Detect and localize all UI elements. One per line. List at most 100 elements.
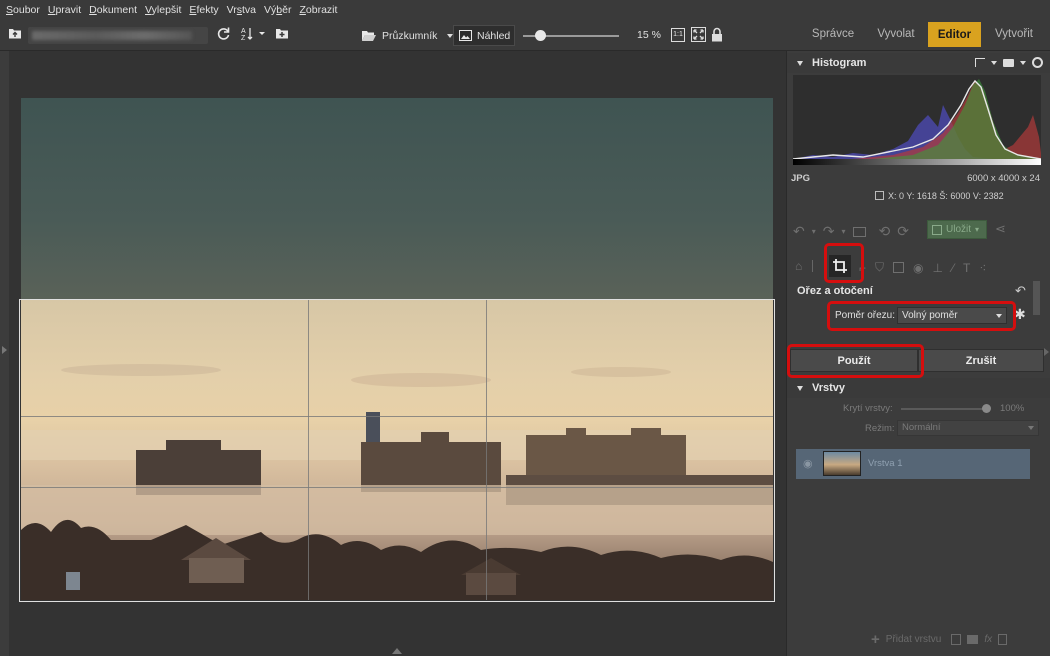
crop-grid-line (486, 300, 487, 600)
tab-develop[interactable]: Vyvolat (866, 20, 926, 48)
blend-mode-value: Normální (902, 422, 941, 433)
menu-item-2[interactable]: Dokument (89, 4, 137, 16)
refresh-icon[interactable] (214, 26, 232, 44)
cancel-button[interactable]: Zrušit (918, 349, 1044, 372)
left-panel-collapse[interactable] (0, 51, 9, 656)
crop-grid-line (21, 416, 773, 417)
fit-screen-icon[interactable] (690, 27, 706, 43)
preview-label: Náhled (477, 29, 511, 42)
crop-grid-line (21, 487, 773, 488)
highlight-ring (827, 301, 1016, 331)
save-icon (932, 224, 942, 235)
menu-item-0[interactable]: Soubor (6, 4, 40, 16)
add-icon[interactable]: + (871, 631, 880, 648)
coords-checkbox[interactable] (875, 191, 884, 200)
mask-icon[interactable] (967, 635, 979, 644)
histogram-title: Histogram (812, 57, 867, 69)
share-icon[interactable]: ⋖ (995, 221, 1006, 237)
menu-item-7[interactable]: Zobrazit (299, 4, 337, 16)
chevron-down-icon[interactable]: ▾ (841, 227, 845, 236)
fx-icon[interactable]: fx (984, 634, 992, 645)
right-panel-collapse[interactable] (1044, 348, 1049, 356)
redo-icon[interactable]: ↷ (823, 223, 835, 240)
histogram-graph (792, 75, 1042, 165)
layers-header[interactable]: Vrstvy (787, 378, 1050, 398)
layers-title: Vrstvy (812, 382, 846, 394)
photo-cropped-out-area[interactable] (21, 98, 773, 300)
crop-section-title: Ořez a otočení (797, 285, 873, 297)
undo-icon[interactable]: ↶ (793, 223, 805, 240)
layer-thumbnail (823, 451, 861, 476)
path-field[interactable] (28, 27, 208, 44)
flag-icon[interactable] (975, 58, 985, 67)
target-icon[interactable] (1032, 57, 1043, 68)
crop-frame[interactable] (19, 299, 775, 602)
home-icon[interactable]: ⌂ (795, 259, 802, 273)
opacity-value: 100% (1000, 403, 1025, 414)
rotate-right-icon[interactable]: ⟳ (897, 223, 909, 240)
chevron-down-icon[interactable]: ▾ (812, 227, 816, 236)
camera-icon[interactable] (1003, 58, 1014, 67)
save-label: Uložit (946, 224, 972, 235)
menu-bar: Soubor Upravit Dokument Vylepšit Efekty Vrstv… (0, 0, 1050, 20)
collapse-triangle-icon (797, 60, 803, 66)
blend-mode-select[interactable]: Normální (897, 420, 1039, 436)
chevron-down-icon (1028, 426, 1034, 430)
chevron-down-icon[interactable] (991, 60, 997, 65)
menu-item-4[interactable]: Efekty (189, 4, 218, 16)
histogram-gradient (793, 159, 1041, 165)
brush-icon[interactable]: ⁄ (952, 261, 954, 275)
eye-icon[interactable]: ◉ (913, 261, 923, 275)
zoom-slider-knob[interactable] (535, 30, 547, 41)
layer-name: Vrstva 1 (868, 458, 903, 469)
menu-item-5[interactable]: Vrstva (227, 4, 256, 16)
opacity-slider-track[interactable] (901, 408, 987, 410)
reset-icon[interactable]: ↶ (1015, 283, 1026, 299)
lock-icon[interactable] (710, 27, 724, 45)
menu-item-1[interactable]: Upravit (48, 4, 81, 16)
blend-mode-label: Režim: (865, 423, 895, 434)
chevron-down-icon[interactable] (1020, 60, 1026, 65)
bottom-panel-collapse[interactable] (392, 648, 402, 654)
text-icon[interactable]: T (963, 261, 970, 275)
tab-manager[interactable]: Správce (805, 20, 861, 48)
crop-grid-line (308, 300, 309, 600)
panel-scrollbar[interactable] (1033, 281, 1040, 315)
levels-icon[interactable]: ⊥ (933, 261, 943, 275)
chevron-down-icon: ▾ (975, 225, 980, 234)
explorer-dropdown[interactable]: Průzkumník (362, 26, 454, 45)
perspective-icon[interactable]: ⛉ (875, 260, 884, 275)
highlight-ring (787, 344, 924, 378)
sort-icon[interactable]: AZ (240, 26, 268, 44)
file-format: JPG (791, 173, 811, 184)
image-icon[interactable] (852, 226, 866, 237)
trash-icon[interactable] (998, 634, 1008, 645)
histogram-header[interactable]: Histogram (787, 53, 1050, 73)
new-folder-icon[interactable] (273, 26, 291, 44)
tab-editor[interactable]: Editor (928, 22, 981, 47)
toolbar: AZ Průzkumník Náhled 15 % 1:1 Správce Vy… (0, 20, 1050, 51)
explorer-label: Průzkumník (382, 29, 438, 42)
right-panel: Histogram JPG 6000 x 4000 x 24 X: 0 Y: 1… (786, 51, 1050, 656)
preview-button[interactable]: Náhled (453, 25, 515, 46)
text-box-icon[interactable] (893, 262, 905, 273)
rotate-left-icon[interactable]: ⟲ (879, 223, 891, 240)
zoom-1-1-button[interactable]: 1:1 (671, 28, 685, 42)
eye-icon[interactable]: ◉ (803, 457, 813, 470)
tab-create[interactable]: Vytvořit (986, 20, 1042, 48)
folder-up-icon[interactable] (6, 26, 24, 44)
menu-item-3[interactable]: Vylepšit (145, 4, 181, 16)
image-icon (459, 30, 472, 41)
folder-open-icon (362, 30, 376, 41)
effects-icon[interactable]: ⁖ (979, 261, 986, 275)
save-button[interactable]: Uložit ▾ (927, 220, 987, 239)
duplicate-icon[interactable] (951, 634, 962, 645)
divider-icon (812, 260, 814, 272)
menu-item-6[interactable]: Výběr (264, 4, 291, 16)
svg-text:A: A (241, 28, 246, 35)
zoom-value: 15 % (637, 29, 661, 41)
layer-row[interactable]: ◉ Vrstva 1 (796, 449, 1030, 479)
opacity-slider-knob[interactable] (982, 404, 991, 413)
add-layer-label[interactable]: Přidat vrstvu (886, 634, 942, 645)
image-dimensions: 6000 x 4000 x 24 (967, 173, 1040, 184)
